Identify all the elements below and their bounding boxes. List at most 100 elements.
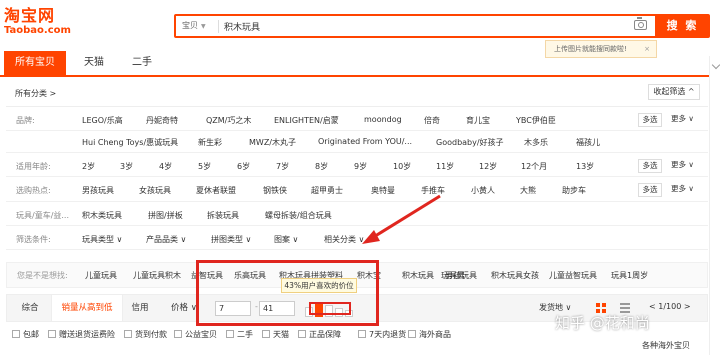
checkbox-overseas[interactable]: 海外商品 bbox=[408, 329, 451, 340]
filter-value[interactable]: 4岁 bbox=[159, 161, 172, 172]
collapse-filter-button[interactable]: 收起筛选 ^ bbox=[648, 84, 700, 100]
chevron-icon bbox=[711, 60, 720, 70]
checkbox-icon[interactable] bbox=[262, 330, 270, 338]
related-label: 您是不是想找: bbox=[17, 271, 68, 280]
filter-value[interactable]: 助步车 bbox=[562, 185, 586, 196]
filter-value[interactable]: 大熊 bbox=[520, 185, 536, 196]
multi-select-button[interactable]: 多选 bbox=[638, 159, 662, 173]
filter-value[interactable]: 木多乐 bbox=[524, 137, 548, 148]
filter-dropdown[interactable]: 玩具类型 ∨ bbox=[82, 234, 122, 245]
filter-value[interactable]: 倍奇 bbox=[424, 115, 440, 126]
camera-icon[interactable] bbox=[634, 17, 647, 30]
search-input[interactable] bbox=[224, 17, 624, 36]
related-link[interactable]: 儿童玩具积木 bbox=[133, 270, 181, 281]
filter-value[interactable]: 新生彩 bbox=[198, 137, 222, 148]
checkbox-charity[interactable]: 公益宝贝 bbox=[174, 329, 217, 340]
more-button[interactable]: 更多 ∨ bbox=[668, 113, 697, 127]
filter-value[interactable]: 积木类玩具 bbox=[82, 210, 122, 221]
filter-row-category: 玩具/童车/益... 积木类玩具 拼图/拼板 拆装玩具 螺母拆装/组合玩具 bbox=[6, 202, 708, 226]
filter-value[interactable]: 8岁 bbox=[315, 161, 328, 172]
filter-value[interactable]: MWZ/木丸子 bbox=[249, 137, 296, 148]
more-button[interactable]: 更多 ∨ bbox=[668, 183, 697, 197]
scrollbar[interactable] bbox=[709, 56, 720, 355]
filter-value[interactable]: 女孩玩具 bbox=[139, 185, 171, 196]
checkbox-7day-return[interactable]: 7天内退货 bbox=[358, 329, 406, 340]
related-link[interactable]: 积木玩具 bbox=[402, 270, 434, 281]
filter-value[interactable]: Originated From YOU/... bbox=[318, 137, 412, 146]
related-link[interactable]: 玩具1周岁 bbox=[611, 270, 648, 281]
taobao-logo[interactable]: 淘宝网 Taobao.com bbox=[4, 7, 76, 43]
pager[interactable]: < 1/100 > bbox=[649, 302, 691, 311]
checkbox-icon[interactable] bbox=[12, 330, 20, 338]
checkbox-icon[interactable] bbox=[48, 330, 56, 338]
filter-value[interactable]: moondog bbox=[364, 115, 402, 124]
checkbox-return-insurance[interactable]: 赠送退货运费险 bbox=[48, 329, 115, 340]
filter-value[interactable]: 育儿宝 bbox=[466, 115, 490, 126]
search-button[interactable]: 搜 索 bbox=[655, 14, 710, 38]
filter-value[interactable]: 手推车 bbox=[421, 185, 445, 196]
filter-value[interactable]: 拆装玩具 bbox=[207, 210, 239, 221]
filter-value[interactable]: Hui Cheng Toys/惠诚玩具 bbox=[82, 137, 178, 148]
checkbox-icon[interactable] bbox=[124, 330, 132, 338]
related-link[interactable]: 儿童益智玩具 bbox=[549, 270, 597, 281]
checkbox-icon[interactable] bbox=[298, 330, 306, 338]
filter-value[interactable]: QZM/巧之木 bbox=[206, 115, 251, 126]
annotation-highlight-box bbox=[196, 260, 379, 326]
filter-dropdown[interactable]: 相关分类 ∨ bbox=[324, 234, 364, 245]
related-link[interactable]: 男孩玩具 bbox=[445, 270, 477, 281]
filter-value[interactable]: Goodbaby/好孩子 bbox=[436, 137, 504, 148]
overseas-items-link[interactable]: 各种海外宝贝 bbox=[642, 340, 690, 351]
checkbox-icon[interactable] bbox=[358, 330, 366, 338]
filter-value[interactable]: 7岁 bbox=[276, 161, 289, 172]
checkbox-genuine[interactable]: 正品保障 bbox=[298, 329, 341, 340]
filter-dropdown[interactable]: 拼图类型 ∨ bbox=[211, 234, 251, 245]
checkbox-icon[interactable] bbox=[174, 330, 182, 338]
filter-dropdown[interactable]: 产品品类 ∨ bbox=[146, 234, 186, 245]
filter-value[interactable]: 钢铁侠 bbox=[263, 185, 287, 196]
filter-value[interactable]: 奥特曼 bbox=[371, 185, 395, 196]
filter-value[interactable]: 小黄人 bbox=[471, 185, 495, 196]
related-link[interactable]: 儿童玩具 bbox=[85, 270, 117, 281]
filter-value[interactable]: YBC伊伯臣 bbox=[516, 115, 556, 126]
multi-select-button[interactable]: 多选 bbox=[638, 183, 662, 197]
related-link[interactable]: 积木玩具女孩 bbox=[491, 270, 539, 281]
checkbox-free-shipping[interactable]: 包邮 bbox=[12, 329, 39, 340]
checkbox-icon[interactable] bbox=[226, 330, 234, 338]
filter-value[interactable]: 12个月 bbox=[521, 161, 547, 172]
filter-value[interactable]: 9岁 bbox=[354, 161, 367, 172]
filter-value[interactable]: 男孩玩具 bbox=[82, 185, 114, 196]
filter-value[interactable]: 11岁 bbox=[436, 161, 454, 172]
checkbox-tmall[interactable]: 天猫 bbox=[262, 329, 289, 340]
checkbox-cod[interactable]: 货到付款 bbox=[124, 329, 167, 340]
filter-value[interactable]: 福孩儿 bbox=[576, 137, 600, 148]
search-type-select[interactable]: 宝贝 ▼ bbox=[182, 20, 206, 31]
filter-value[interactable]: 丹妮奇特 bbox=[146, 115, 178, 126]
tab-all-items[interactable]: 所有宝贝 bbox=[4, 51, 66, 75]
filter-value[interactable]: ENLIGHTEN/启蒙 bbox=[274, 115, 339, 126]
filter-value[interactable]: LEGO/乐高 bbox=[82, 115, 123, 126]
filter-value[interactable]: 10岁 bbox=[393, 161, 411, 172]
sort-sales[interactable]: 销量从高到低 bbox=[51, 295, 123, 321]
filter-value[interactable]: 夏休者联盟 bbox=[196, 185, 236, 196]
more-button[interactable]: 更多 ∨ bbox=[668, 159, 697, 173]
checkbox-secondhand[interactable]: 二手 bbox=[226, 329, 253, 340]
sort-credit[interactable]: 信用 bbox=[125, 295, 155, 321]
tab-tmall[interactable]: 天猫 bbox=[76, 51, 112, 75]
filter-value[interactable]: 12岁 bbox=[479, 161, 497, 172]
filter-dropdown[interactable]: 图案 ∨ bbox=[274, 234, 298, 245]
filter-value[interactable]: 3岁 bbox=[120, 161, 133, 172]
checkbox-label: 包邮 bbox=[23, 330, 39, 339]
filter-value[interactable]: 螺母拆装/组合玩具 bbox=[265, 210, 332, 221]
filter-value[interactable]: 5岁 bbox=[198, 161, 211, 172]
filter-value[interactable]: 2岁 bbox=[82, 161, 95, 172]
filter-value[interactable]: 13岁 bbox=[576, 161, 594, 172]
filter-value[interactable]: 超甲勇士 bbox=[311, 185, 343, 196]
breadcrumb[interactable]: 所有分类 > bbox=[15, 88, 56, 99]
checkbox-icon[interactable] bbox=[408, 330, 416, 338]
tab-secondhand[interactable]: 二手 bbox=[122, 51, 162, 75]
filter-value[interactable]: 拼图/拼板 bbox=[148, 210, 183, 221]
filter-value[interactable]: 6岁 bbox=[237, 161, 250, 172]
multi-select-button[interactable]: 多选 bbox=[638, 113, 662, 127]
checkbox-label: 赠送退货运费险 bbox=[59, 330, 115, 339]
sort-default[interactable]: 综合 bbox=[13, 295, 47, 321]
